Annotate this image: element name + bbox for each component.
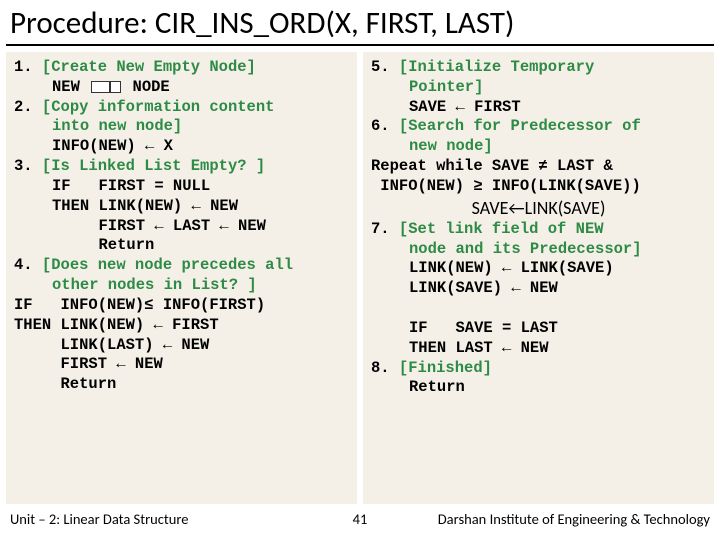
step4-title: [Does new node precedes all (42, 256, 293, 274)
left-column: 1. [Create New Empty Node] NEW NODE 2. [… (6, 52, 357, 504)
step3-line1: IF FIRST = NULL (14, 177, 349, 197)
columns: 1. [Create New Empty Node] NEW NODE 2. [… (0, 52, 720, 504)
title-underline (6, 44, 714, 46)
step1-num: 1. (14, 58, 33, 76)
step8-num: 8. (371, 359, 390, 377)
step7-line2: LINK(SAVE) ← NEW (371, 279, 706, 299)
step5-num: 5. (371, 58, 390, 76)
step1-title: [Create New Empty Node] (42, 58, 256, 76)
step6-line2: INFO(NEW) ≥ INFO(LINK(SAVE)) (371, 177, 706, 197)
node-icon (91, 81, 121, 93)
step3-num: 3. (14, 157, 33, 175)
step7-line3: IF SAVE = LAST (371, 319, 706, 339)
step4-line2: THEN LINK(NEW) ← FIRST (14, 316, 349, 336)
step7-title2: node and its Predecessor] (409, 240, 642, 258)
step8-line1: Return (371, 378, 706, 398)
step5-title2: Pointer] (409, 78, 483, 96)
step7-line1: LINK(NEW) ← LINK(SAVE) (371, 259, 706, 279)
right-column: 5. [Initialize Temporary Pointer] SAVE ←… (363, 52, 714, 504)
step7-line4: THEN LAST ← NEW (371, 339, 706, 359)
step1-line1b: NODE (123, 78, 170, 96)
footer-left: Unit – 2: Linear Data Structure (10, 510, 330, 528)
step7-title: [Set link field of NEW (399, 220, 604, 238)
step6-line1: Repeat while SAVE ≠ LAST & (371, 157, 706, 177)
step5-line1: SAVE ← FIRST (371, 98, 706, 118)
slide-title: Procedure: CIR_INS_ORD(X, FIRST, LAST) (0, 0, 720, 44)
slide-number: 41 (330, 510, 390, 528)
step6-num: 6. (371, 117, 390, 135)
step4-line4: FIRST ← NEW (14, 355, 349, 375)
step6-title: [Search for Predecessor of (399, 117, 641, 135)
step4-title2: other nodes in List? ] (52, 276, 257, 294)
step7-num: 7. (371, 220, 390, 238)
step4-num: 4. (14, 256, 33, 274)
step3-title: [Is Linked List Empty? ] (42, 157, 265, 175)
step2-num: 2. (14, 98, 33, 116)
step7-blank (371, 299, 706, 319)
step8-title: [Finished] (399, 359, 492, 377)
step1-line1a: NEW (52, 78, 89, 96)
step4-line5: Return (14, 375, 349, 395)
step3-line4: Return (14, 236, 349, 256)
step3-line3: FIRST ← LAST ← NEW (14, 217, 349, 237)
footer: Unit – 2: Linear Data Structure 41 Darsh… (0, 504, 720, 528)
step5-title: [Initialize Temporary (399, 58, 594, 76)
step4-line3: LINK(LAST) ← NEW (14, 336, 349, 356)
step2-line1: INFO(NEW) ← X (14, 137, 349, 157)
footer-right: Darshan Institute of Engineering & Techn… (390, 510, 710, 528)
step2-title2: into new node] (52, 117, 182, 135)
step6-title2: new node] (409, 137, 493, 155)
step4-line1: IF INFO(NEW)≤ INFO(FIRST) (14, 296, 349, 316)
step3-line2: THEN LINK(NEW) ← NEW (14, 197, 349, 217)
step2-title: [Copy information content (42, 98, 275, 116)
step6-line3: SAVE←LINK(SAVE) (371, 197, 706, 220)
